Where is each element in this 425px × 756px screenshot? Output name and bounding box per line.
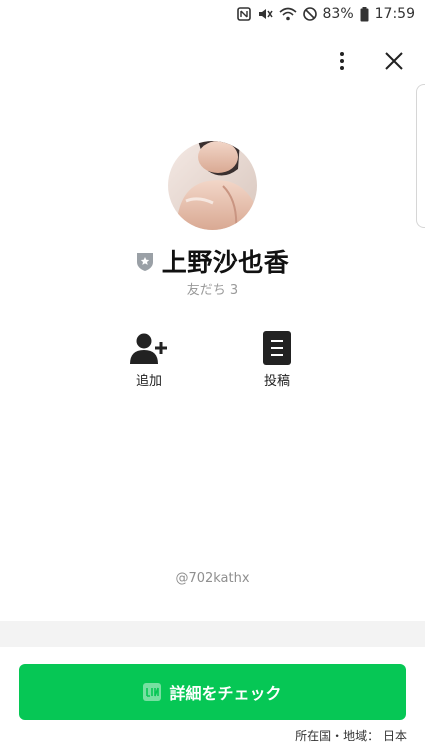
- wifi-icon: [278, 7, 297, 21]
- side-panel-handle[interactable]: [416, 84, 425, 228]
- country-region: 所在国・地域： 日本: [295, 729, 407, 743]
- avatar-photo: [168, 141, 257, 230]
- posts-button[interactable]: 投稿: [237, 330, 317, 389]
- vibrate-off-icon: [258, 9, 273, 19]
- posts-label: 投稿: [263, 374, 290, 389]
- do-not-disturb-icon: [302, 7, 317, 21]
- clock: 17:59: [374, 6, 415, 22]
- add-friend-button[interactable]: 追加: [109, 330, 189, 389]
- friends-count[interactable]: 友だち 3: [0, 279, 425, 298]
- check-details-button[interactable]: 詳細をチェック: [19, 664, 406, 720]
- battery-icon: [360, 6, 369, 21]
- avatar[interactable]: [168, 141, 257, 230]
- profile-name-row: 上野沙也香: [0, 243, 425, 279]
- more-vertical-icon: [340, 52, 344, 70]
- profile-name: 上野沙也香: [161, 248, 290, 277]
- add-friend-icon: [130, 333, 167, 364]
- profile-header-actions: [329, 48, 407, 74]
- close-icon: [385, 52, 403, 70]
- close-button[interactable]: [381, 48, 407, 74]
- check-details-label: 詳細をチェック: [169, 684, 282, 703]
- shield-badge-icon: [136, 253, 153, 271]
- nfc-icon: [236, 7, 251, 21]
- section-divider: [0, 621, 425, 647]
- posts-icon: [263, 331, 291, 365]
- line-icon: [143, 683, 162, 701]
- add-friend-label: 追加: [135, 374, 162, 389]
- battery-percent: 83%: [322, 6, 354, 22]
- user-id-handle: @702kathx: [175, 571, 250, 586]
- more-options-button[interactable]: [329, 48, 355, 74]
- status-bar: 83% 17:59: [0, 0, 425, 28]
